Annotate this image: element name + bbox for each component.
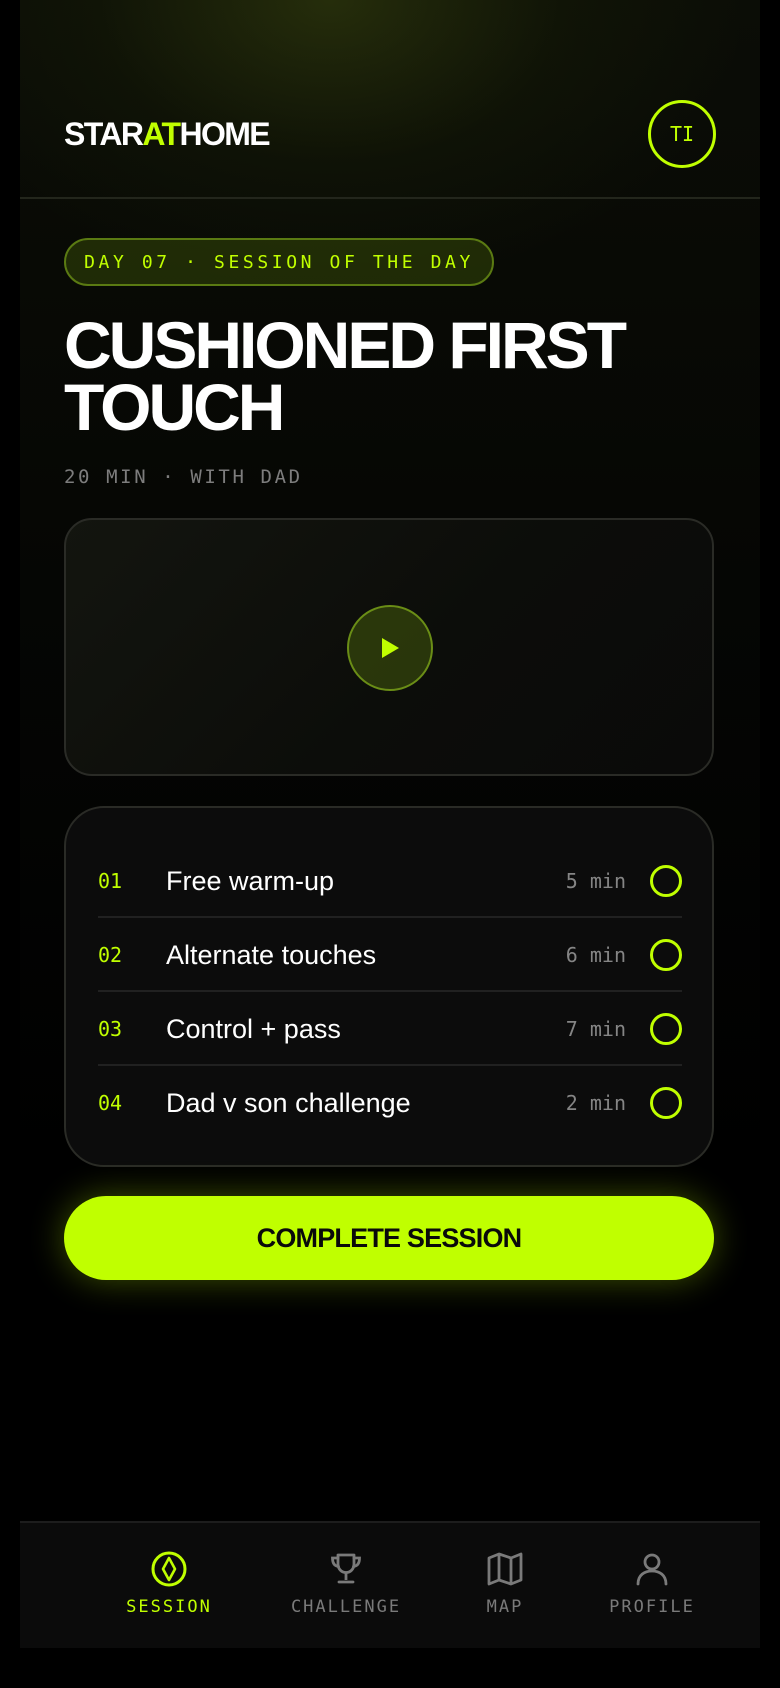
session-day-badge: DAY 07 · SESSION OF THE DAY xyxy=(64,238,494,286)
drill-name: Alternate touches xyxy=(166,940,377,970)
drill-item[interactable]: 04 Dad v son challenge 2 min xyxy=(98,1066,682,1140)
logo-text-at: AT xyxy=(142,116,181,152)
drill-item[interactable]: 02 Alternate touches 6 min xyxy=(98,918,682,992)
drill-checkbox[interactable] xyxy=(650,1013,682,1045)
tab-profile-label: PROFILE xyxy=(609,1597,695,1617)
user-avatar[interactable]: TI xyxy=(648,100,716,168)
session-video-player[interactable] xyxy=(64,518,714,776)
tab-map[interactable]: MAP xyxy=(450,1523,560,1648)
person-icon xyxy=(636,1553,668,1586)
drill-duration: 2 min xyxy=(565,1091,626,1115)
session-day-label: DAY 07 · SESSION OF THE DAY xyxy=(84,251,474,273)
map-icon xyxy=(487,1552,523,1586)
session-title: CUSHIONED FIRST TOUCH xyxy=(64,308,627,444)
drill-duration: 6 min xyxy=(565,943,626,967)
drill-number: 04 xyxy=(98,1091,123,1115)
drill-number: 03 xyxy=(98,1017,123,1041)
compass-icon xyxy=(151,1551,187,1587)
tab-challenge[interactable]: CHALLENGE xyxy=(266,1523,426,1648)
app-screen: STARATHOME TI DAY 07 · SESSION OF THE DA… xyxy=(20,0,760,1688)
complete-session-button[interactable]: COMPLETE SESSION xyxy=(64,1196,714,1280)
avatar-initials: TI xyxy=(669,122,695,146)
drill-name: Control + pass xyxy=(166,1014,341,1044)
drill-checkbox[interactable] xyxy=(650,865,682,897)
drill-number: 01 xyxy=(98,869,123,893)
tab-session-label: SESSION xyxy=(126,1597,212,1617)
drill-number: 02 xyxy=(98,943,123,967)
drill-duration: 5 min xyxy=(565,869,626,893)
session-meta: 20 MIN · WITH DAD xyxy=(64,466,303,488)
drill-list: 01 Free warm-up 5 min 02 Alternate touch… xyxy=(64,806,714,1167)
drill-checkbox[interactable] xyxy=(650,1087,682,1119)
top-header: STARATHOME TI xyxy=(20,0,760,199)
logo-text-home: HOME xyxy=(179,116,270,152)
drill-name: Free warm-up xyxy=(166,866,335,896)
drill-item[interactable]: 01 Free warm-up 5 min xyxy=(98,844,682,918)
logo-text-star: STAR xyxy=(64,116,144,152)
drill-item[interactable]: 03 Control + pass 7 min xyxy=(98,992,682,1066)
tab-map-label: MAP xyxy=(486,1597,524,1617)
drill-duration: 7 min xyxy=(565,1017,626,1041)
bottom-tab-bar: SESSION CHALLENGE MAP PROFILE xyxy=(20,1521,760,1648)
tab-session[interactable]: SESSION xyxy=(104,1523,234,1648)
brand-logo[interactable]: STARATHOME xyxy=(64,116,271,152)
tab-challenge-label: CHALLENGE xyxy=(290,1597,402,1617)
play-button[interactable] xyxy=(347,605,433,691)
tab-profile[interactable]: PROFILE xyxy=(582,1523,722,1648)
trophy-icon xyxy=(331,1553,361,1584)
play-icon xyxy=(382,638,399,658)
drill-checkbox[interactable] xyxy=(650,939,682,971)
drill-name: Dad v son challenge xyxy=(166,1088,411,1118)
